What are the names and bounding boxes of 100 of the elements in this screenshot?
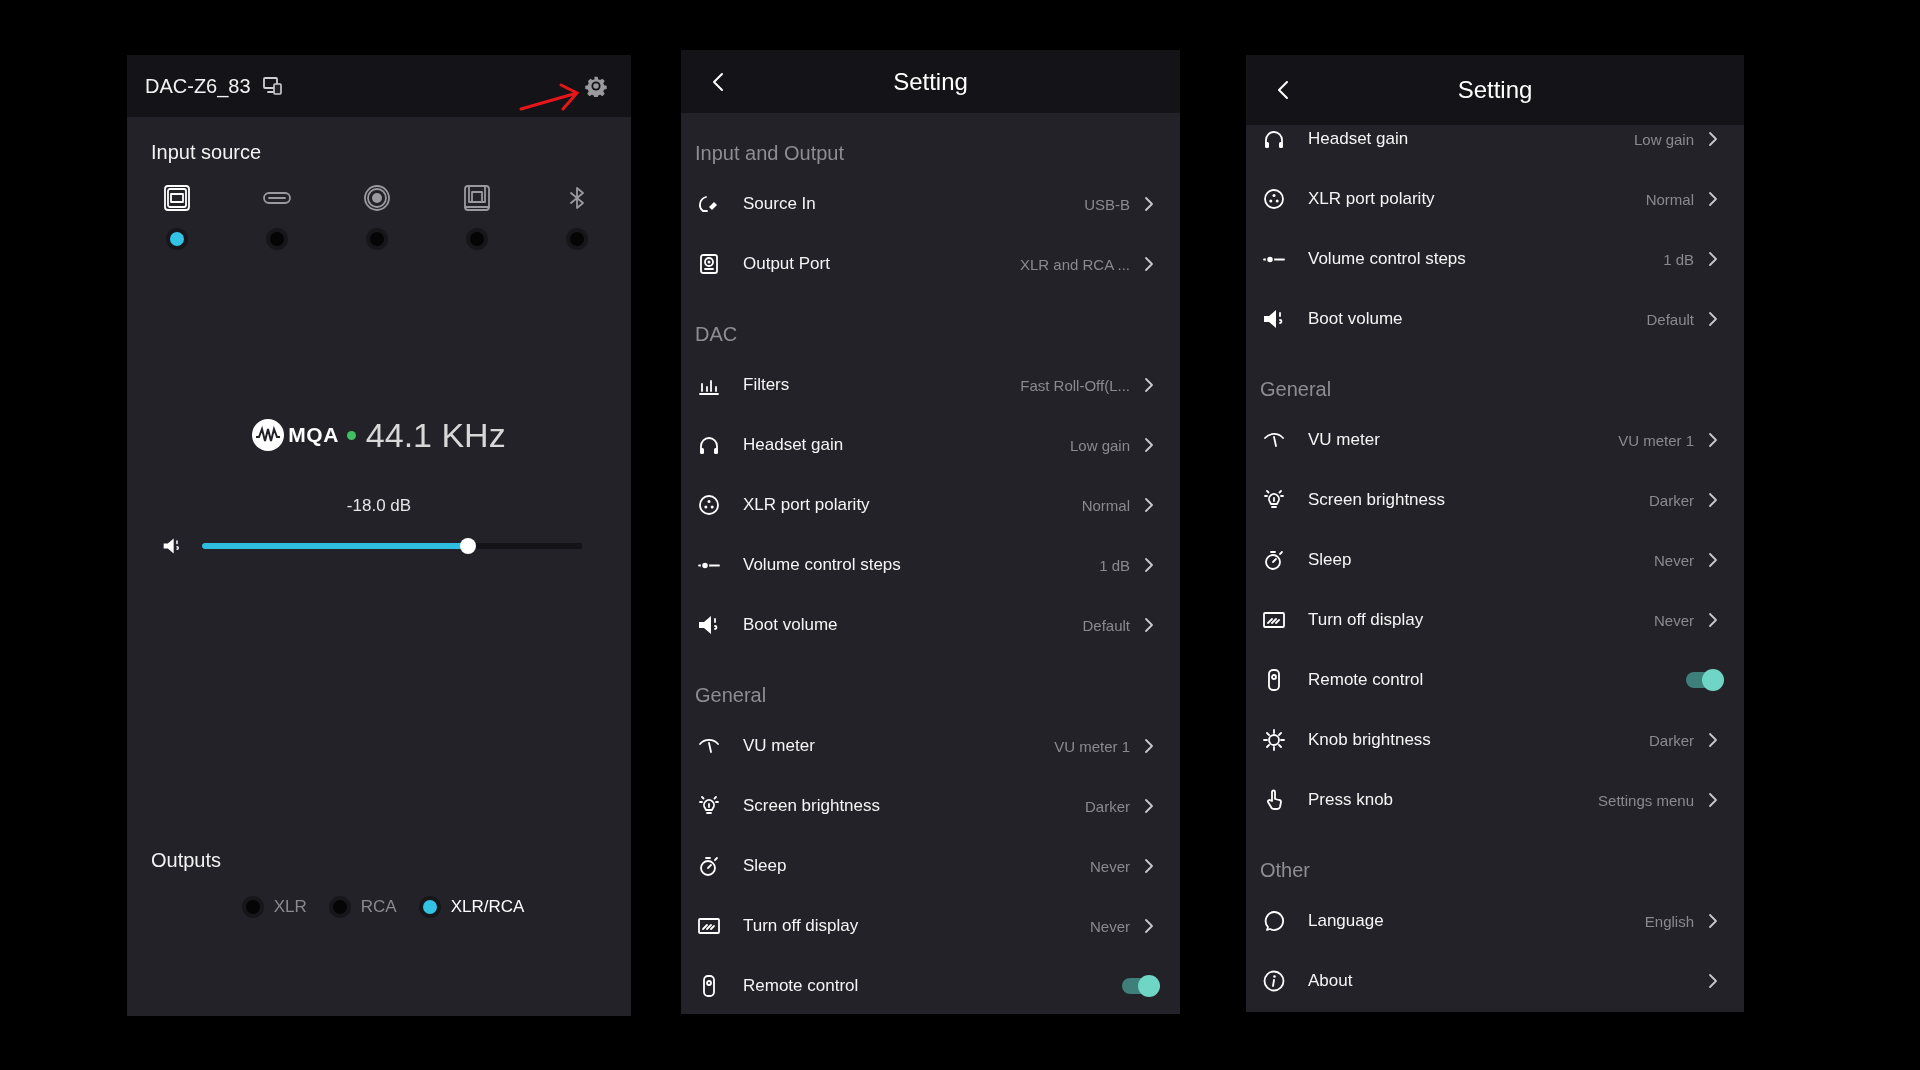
settings-row[interactable]: Screen brightness Darker <box>1246 470 1744 530</box>
radio-button[interactable] <box>166 228 188 250</box>
radio-label[interactable]: XLR <box>273 897 307 917</box>
slider-thumb[interactable] <box>460 538 476 554</box>
waveform-logo-icon <box>252 419 285 451</box>
sample-rate: 44.1 KHz <box>365 415 506 455</box>
setting-value: Low gain <box>1633 130 1694 148</box>
radio-button[interactable] <box>266 228 288 250</box>
settings-row[interactable]: Turn off display Never <box>681 896 1180 956</box>
setting-label: Boot volume <box>1308 309 1404 329</box>
setting-label: About <box>1308 971 1354 991</box>
settings-row[interactable]: About <box>1246 951 1744 1011</box>
section-header: General <box>694 683 768 708</box>
settings-row[interactable]: Sleep Never <box>681 836 1180 896</box>
chevron-right-icon <box>1708 191 1718 207</box>
toggle-switch[interactable] <box>1122 978 1158 994</box>
section-label: Outputs <box>150 848 223 872</box>
radio-button[interactable] <box>418 896 441 918</box>
back-icon[interactable] <box>711 70 725 93</box>
settings-row[interactable]: XLR port polarity Normal <box>681 475 1180 535</box>
setting-value: USB-B <box>1084 195 1130 213</box>
devices-icon <box>262 77 283 95</box>
radio-button[interactable] <box>241 896 264 918</box>
settings-row[interactable]: Knob brightness Darker <box>1246 710 1744 770</box>
settings-row[interactable]: Screen brightness Darker <box>681 776 1180 836</box>
usb-port-icon[interactable] <box>162 183 192 213</box>
settings-row[interactable]: Boot volume Default <box>1246 289 1744 349</box>
radio-label[interactable]: RCA <box>360 897 397 917</box>
toggle-switch[interactable] <box>1686 672 1722 688</box>
settings-row[interactable]: Volume control steps 1 dB <box>1246 229 1744 289</box>
settings-row[interactable]: VU meter VU meter 1 <box>681 716 1180 776</box>
back-icon[interactable] <box>1276 79 1290 101</box>
chevron-right-icon <box>1144 617 1154 633</box>
setting-label: Sleep <box>1308 550 1353 570</box>
settings-row[interactable]: Remote control <box>1246 650 1744 710</box>
radio-button[interactable] <box>466 228 488 250</box>
chevron-right-icon <box>1144 497 1154 513</box>
setting-value: Never <box>1090 917 1130 935</box>
chevron-right-icon <box>1708 612 1718 628</box>
setting-label: Knob brightness <box>1308 730 1432 750</box>
setting-label: Boot volume <box>743 615 839 635</box>
chevron-right-icon <box>1144 918 1154 934</box>
settings-row[interactable]: VU meter VU meter 1 <box>1246 410 1744 470</box>
setting-label: Language <box>1308 911 1385 931</box>
setting-label: Filters <box>743 375 791 395</box>
settings-icon[interactable] <box>585 75 607 97</box>
settings-row[interactable]: Remote control <box>681 956 1180 1014</box>
setting-label: Remote control <box>743 976 860 996</box>
device-name: DAC-Z6_83 <box>145 74 251 98</box>
settings-row[interactable]: Language English <box>1246 891 1744 951</box>
setting-value: Normal <box>1645 190 1694 208</box>
setting-label: Screen brightness <box>1308 490 1447 510</box>
setting-label: Turn off display <box>743 916 860 936</box>
coaxial-port-icon[interactable] <box>362 183 392 213</box>
settings-row[interactable]: Source In USB-B <box>681 174 1180 234</box>
settings-row[interactable]: Sleep Never <box>1246 530 1744 590</box>
setting-label: Source In <box>743 194 817 214</box>
setting-value: Settings menu <box>1598 791 1694 809</box>
settings-row[interactable]: Headset gain Low gain <box>1246 125 1744 169</box>
section-header: Input and Output <box>694 141 845 166</box>
chevron-right-icon <box>1708 973 1718 989</box>
setting-label: Remote control <box>1308 670 1425 690</box>
settings-row[interactable]: Press knob Settings menu <box>1246 770 1744 830</box>
settings-row[interactable]: Output Port XLR and RCA ... <box>681 234 1180 294</box>
setting-label: Sleep <box>743 856 788 876</box>
chevron-right-icon <box>1144 377 1154 393</box>
chevron-right-icon <box>1144 858 1154 874</box>
settings-row[interactable]: Volume control steps 1 dB <box>681 535 1180 595</box>
section-header: Other <box>1259 858 1312 883</box>
setting-value: VU meter 1 <box>1054 737 1130 755</box>
radio-label[interactable]: XLR/RCA <box>450 897 525 917</box>
radio-button[interactable] <box>366 228 388 250</box>
setting-value: VU meter 1 <box>1618 431 1694 449</box>
settings-row[interactable]: Boot volume Default <box>681 595 1180 655</box>
settings-row[interactable]: XLR port polarity Normal <box>1246 169 1744 229</box>
connector-icon <box>697 493 721 517</box>
radio-button[interactable] <box>566 228 588 250</box>
radio-button[interactable] <box>328 896 351 918</box>
status-dot <box>346 430 356 440</box>
chevron-right-icon <box>1708 792 1718 808</box>
chevron-right-icon <box>1144 738 1154 754</box>
setting-value: Never <box>1654 551 1694 569</box>
setting-label: Volume control steps <box>1308 249 1467 269</box>
optical-port-icon[interactable] <box>462 183 492 213</box>
settings-row[interactable]: Headset gain Low gain <box>681 415 1180 475</box>
chevron-right-icon <box>1144 196 1154 212</box>
setting-value: Low gain <box>1069 436 1130 454</box>
chevron-right-icon <box>1144 437 1154 453</box>
section-header: General <box>1259 377 1333 402</box>
chevron-right-icon <box>1708 492 1718 508</box>
setting-label: Volume control steps <box>743 555 902 575</box>
chevron-right-icon <box>1708 913 1718 929</box>
chevron-right-icon <box>1708 131 1718 147</box>
slider-icon <box>1262 254 1286 264</box>
settings-row[interactable]: Turn off display Never <box>1246 590 1744 650</box>
settings-row[interactable]: Filters Fast Roll-Off(L... <box>681 355 1180 415</box>
chat-bubble-icon <box>1262 909 1286 933</box>
setting-value: Darker <box>1649 731 1694 749</box>
setting-value: Default <box>1646 310 1694 328</box>
annotation-arrow <box>519 81 581 113</box>
